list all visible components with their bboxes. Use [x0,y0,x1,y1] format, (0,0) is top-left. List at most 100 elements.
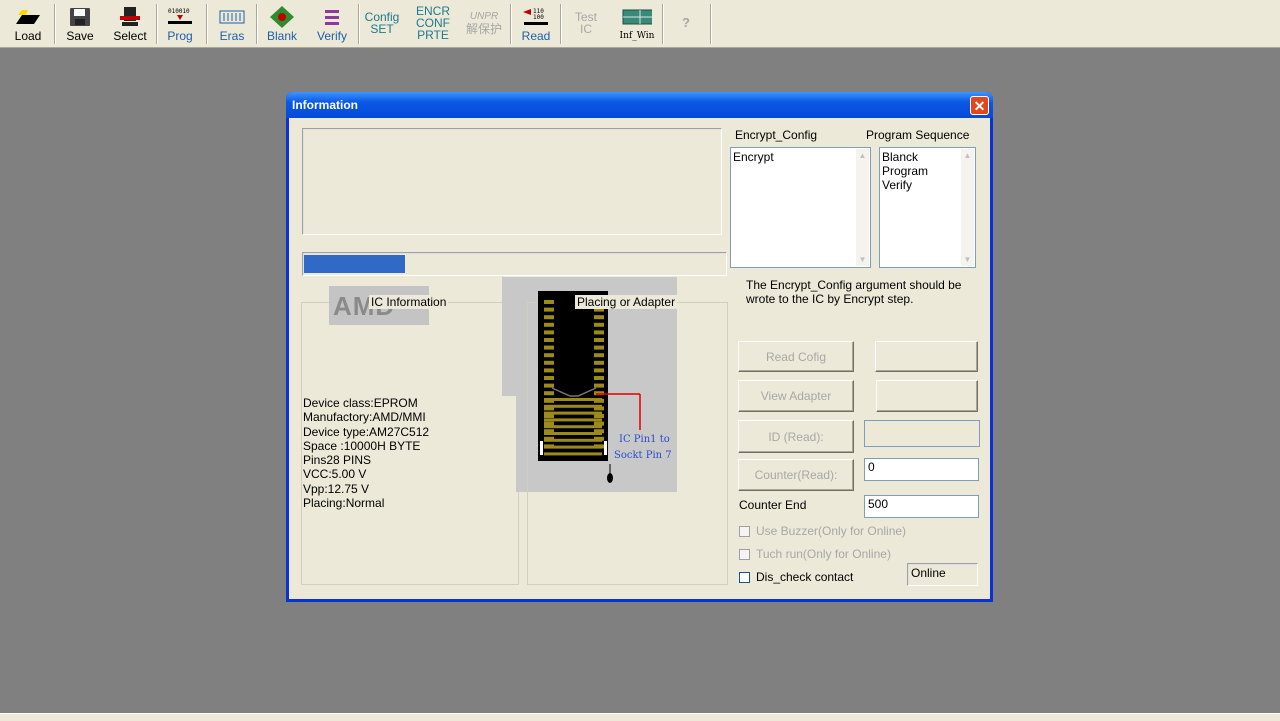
socket-pin [544,421,554,426]
help-button[interactable]: ? [666,2,706,45]
unprotect-button[interactable]: UNPR 解保护 [462,2,506,45]
dialog-titlebar[interactable]: Information ✕ [286,92,993,118]
pin-note: IC Pin1 to Sockt Pin 7 [614,434,672,461]
encrypt-config-label: Encrypt_Config [735,128,818,142]
toolbar-separator [710,4,712,44]
socket-pin [594,421,604,426]
ic-information-label: IC Information [369,295,449,309]
select-button[interactable]: Select [106,2,154,45]
socket-pin [544,330,554,335]
blank-check-icon [267,6,297,28]
list-item[interactable]: Blanck [882,150,928,164]
blank-action-button[interactable] [875,341,978,372]
program-icon: 010010 [165,6,195,28]
socket-pin [544,376,554,380]
socket-pin [544,432,602,435]
socket-pin [544,418,602,422]
socket-pin [594,338,604,342]
scroll-down-icon[interactable]: ▼ [961,253,974,266]
list-item[interactable]: Program [882,164,928,178]
socket-pin [544,383,554,388]
encrypt-config-button[interactable]: ENCR CONF PRTE [412,2,454,45]
counter-value-field[interactable]: 0 [864,458,979,481]
verify-icon [317,6,347,28]
encrypt-config-list[interactable]: Encrypt ▲ ▼ [730,147,871,268]
toolbar-separator [206,4,208,44]
blank-button[interactable]: Blank [260,2,304,45]
socket-pin [594,414,604,418]
socket-pin [594,353,604,358]
socket-pin [544,404,602,408]
socket-pin [594,360,604,365]
program-sequence-list[interactable]: Blanck Program Verify ▲ ▼ [879,147,976,268]
read-config-button[interactable]: Read Cofig [738,341,854,372]
toolbar-separator [510,4,512,44]
eras-button[interactable]: Eras [210,2,254,45]
socket-pin [544,425,602,429]
load-icon [13,6,43,28]
socket-pin [544,445,602,449]
socket-pin [594,376,604,380]
socket-pin [544,360,554,365]
svg-text:010010: 010010 [168,8,190,15]
toolbar-separator [256,4,258,44]
socket-pin [544,368,554,373]
counter-end-label: Counter End [739,498,807,512]
read-button[interactable]: 110 100 Read [514,2,558,45]
dis-check-contact-checkbox[interactable]: Dis_check contact [739,570,853,584]
online-status: Online [907,563,978,586]
counter-read-button[interactable]: Counter(Read): [738,459,854,491]
scroll-up-icon[interactable]: ▲ [961,149,974,162]
info-window-button[interactable]: Inf_Win [614,2,660,45]
tuch-run-checkbox[interactable]: Tuch run(Only for Online) [739,547,891,561]
socket-pin [544,338,554,342]
program-sequence-scrollbar[interactable]: ▲ ▼ [961,149,974,266]
toolbar-separator [560,4,562,44]
socket-pin [544,398,602,401]
toolbar-separator [156,4,158,44]
svg-text:100: 100 [533,14,544,21]
scroll-down-icon[interactable]: ▼ [856,253,869,266]
socket-pin [594,315,604,320]
save-button[interactable]: Save [58,2,102,45]
progress-fill [304,255,405,273]
message-area [302,128,722,235]
close-button[interactable]: ✕ [970,96,989,115]
placing-adapter-label: Placing or Adapter [575,295,678,309]
main-toolbar: Load Save Select 010010 Prog Eras Blank [0,0,1280,48]
window-icon [622,6,652,28]
list-item[interactable]: Encrypt [733,150,774,164]
id-read-button[interactable]: ID (Read): [738,420,854,453]
verify-button[interactable]: Verify [308,2,356,45]
blank-action-button[interactable] [876,380,978,412]
socket-pin [594,368,604,373]
socket-pin [544,322,554,327]
dialog-title: Information [292,98,358,112]
toolbar-separator [358,4,360,44]
scroll-up-icon[interactable]: ▲ [856,149,869,162]
toolbar-separator [662,4,664,44]
config-set-button[interactable]: Config SET [361,2,403,45]
use-buzzer-checkbox[interactable]: Use Buzzer(Only for Online) [739,524,906,538]
id-value-field[interactable] [864,420,980,447]
encrypt-note: The Encrypt_Config argument should be wr… [746,278,962,306]
encrypt-config-scrollbar[interactable]: ▲ ▼ [856,149,869,266]
socket-pin [544,452,602,456]
chip-select-icon [115,6,145,28]
help-icon: ? [682,14,690,30]
toolbar-separator [54,4,56,44]
progress-bar [302,252,727,276]
load-button[interactable]: Load [6,2,50,45]
socket-pin [544,345,554,350]
view-adapter-button[interactable]: View Adapter [738,380,854,412]
socket-pin [544,353,554,358]
counter-end-field[interactable]: 500 [864,495,979,518]
test-ic-button[interactable]: Test IC [564,2,608,45]
socket-pin [544,414,554,418]
list-item[interactable]: Verify [882,178,928,192]
erase-icon [217,6,247,28]
prog-button[interactable]: 010010 Prog [160,2,200,45]
floppy-disk-icon [65,6,95,28]
socket-pin [544,411,602,415]
socket-pin [544,300,554,304]
